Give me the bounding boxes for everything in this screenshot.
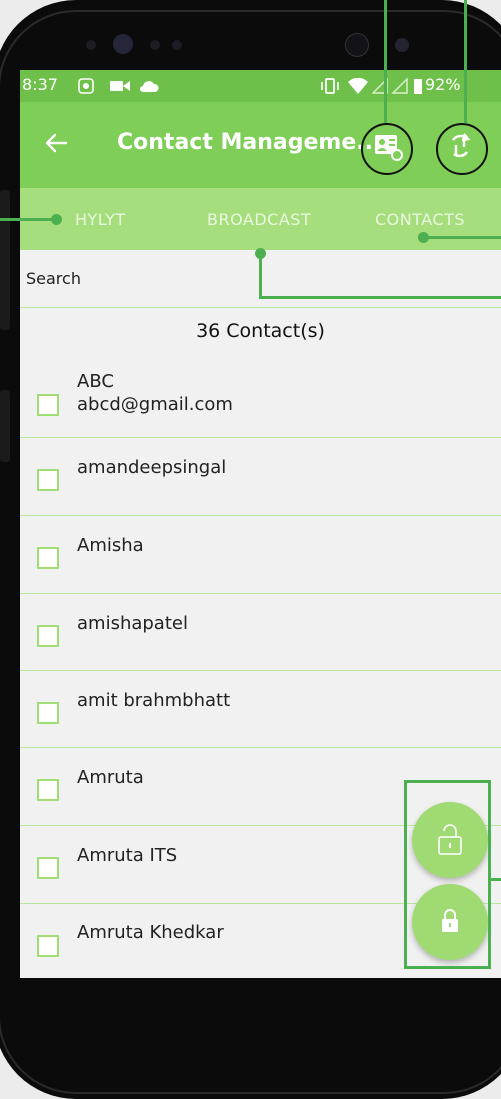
- annotation-dot: [51, 214, 62, 225]
- annotation-line: [0, 218, 58, 221]
- front-camera: [113, 34, 133, 54]
- contact-row[interactable]: ABC abcd@gmail.com: [20, 354, 501, 438]
- status-time: 8:37: [22, 75, 58, 94]
- contact-row[interactable]: amishapatel: [20, 594, 501, 671]
- video-icon: [110, 78, 130, 97]
- contact-checkbox[interactable]: [37, 857, 59, 879]
- contact-checkbox[interactable]: [37, 469, 59, 491]
- contact-checkbox[interactable]: [37, 702, 59, 724]
- contact-row[interactable]: Amisha: [20, 516, 501, 594]
- contact-row[interactable]: amandeepsingal: [20, 438, 501, 516]
- contact-checkbox[interactable]: [37, 394, 59, 416]
- contact-name: Amruta ITS: [77, 845, 178, 866]
- iris-camera: [345, 33, 369, 57]
- contact-checkbox[interactable]: [37, 935, 59, 957]
- back-arrow-icon[interactable]: [44, 132, 68, 158]
- tab-hylyt[interactable]: HYLYT: [75, 210, 126, 229]
- annotation-dot: [255, 248, 266, 259]
- page-title: Contact Manageme...: [117, 130, 382, 155]
- app-bar: Contact Manageme...: [20, 102, 501, 188]
- tab-bar: HYLYT BROADCAST CONTACTS: [20, 188, 501, 250]
- contacts-count: 36 Contact(s): [196, 320, 325, 342]
- contact-name: amishapatel: [77, 613, 188, 634]
- sensor-dot: [395, 38, 409, 52]
- annotation-line: [425, 236, 501, 239]
- contact-name: ABC: [77, 371, 114, 392]
- contact-checkbox[interactable]: [37, 779, 59, 801]
- fab-highlight-box: [404, 780, 491, 969]
- tab-broadcast[interactable]: BROADCAST: [207, 210, 311, 229]
- contact-checkbox[interactable]: [37, 547, 59, 569]
- annotation-line: [464, 0, 467, 123]
- annotation-line: [259, 296, 501, 299]
- annotation-line: [259, 253, 262, 299]
- sensor-dot: [172, 40, 182, 50]
- battery-level: 92%: [425, 75, 461, 94]
- contact-name: Amruta: [77, 767, 144, 788]
- tab-contacts[interactable]: CONTACTS: [375, 210, 465, 229]
- status-bar: 8:37 92%: [20, 70, 501, 102]
- annotation-dot: [418, 232, 429, 243]
- app-notification-icon: [77, 77, 95, 99]
- sync-highlight-ring: [436, 123, 488, 175]
- contact-email: abcd@gmail.com: [77, 394, 233, 415]
- annotation-line: [384, 0, 387, 123]
- battery-icon: [414, 78, 422, 98]
- sensor-dot: [86, 40, 96, 50]
- contact-name: amit brahmbhatt: [77, 690, 231, 711]
- contact-name: Amruta Khedkar: [77, 922, 224, 943]
- contact-name: amandeepsingal: [77, 457, 227, 478]
- contact-checkbox[interactable]: [37, 625, 59, 647]
- vibrate-icon: [320, 77, 340, 99]
- contact-row[interactable]: amit brahmbhatt: [20, 671, 501, 748]
- signal-icon: [371, 77, 410, 98]
- sensor-dot: [150, 40, 160, 50]
- power-button: [0, 390, 10, 462]
- annotation-line: [491, 878, 501, 881]
- cloud-icon: [139, 78, 159, 97]
- contact-card-highlight-ring: [361, 123, 413, 175]
- volume-button: [0, 190, 10, 330]
- contact-name: Amisha: [77, 535, 144, 556]
- wifi-icon: [348, 77, 368, 98]
